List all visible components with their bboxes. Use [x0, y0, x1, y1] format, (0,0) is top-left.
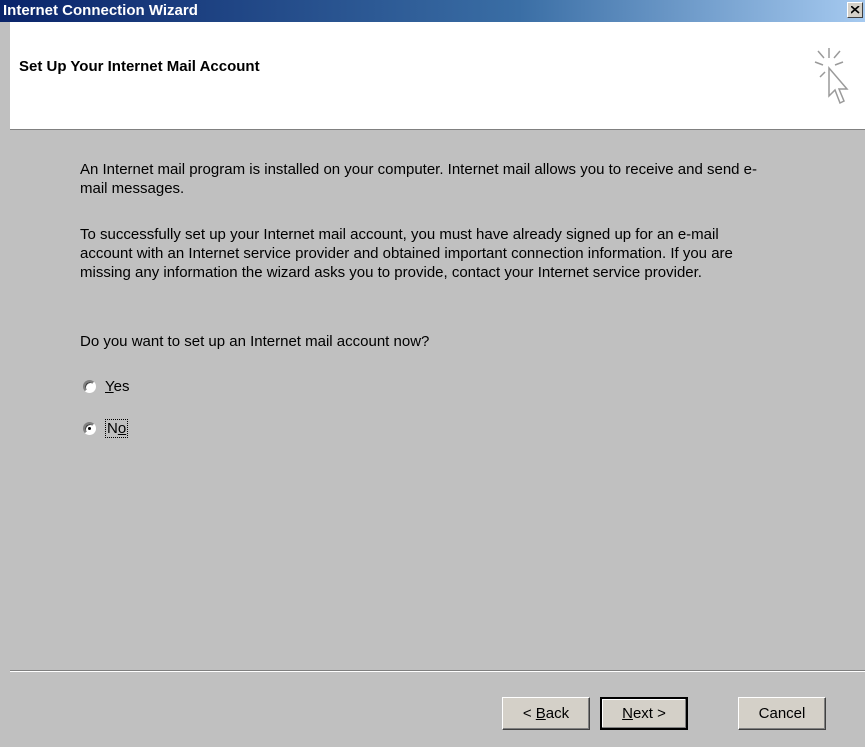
- window-title: Internet Connection Wizard: [3, 2, 198, 19]
- footer-separator: [10, 670, 865, 672]
- next-button[interactable]: Next >: [600, 697, 688, 730]
- radio-option-yes[interactable]: Yes: [83, 376, 129, 396]
- wizard-cursor-icon: [814, 48, 849, 105]
- cancel-button[interactable]: Cancel: [738, 697, 826, 730]
- next-button-label: Next >: [622, 705, 666, 722]
- cancel-button-label: Cancel: [758, 705, 806, 722]
- radio-option-no[interactable]: No: [83, 418, 129, 438]
- left-edge: [0, 22, 10, 747]
- close-button[interactable]: [847, 2, 863, 18]
- radio-selected-dot: [88, 426, 91, 430]
- wizard-header: Set Up Your Internet Mail Account: [10, 22, 865, 130]
- page-title: Set Up Your Internet Mail Account: [19, 58, 260, 75]
- requirements-paragraph: To successfully set up your Internet mai…: [80, 226, 733, 281]
- title-bar: Internet Connection Wizard: [0, 0, 865, 22]
- radio-yes-label: Yes: [105, 377, 130, 395]
- back-button-label: < Back: [522, 705, 570, 722]
- question-text: Do you want to set up an Internet mail a…: [80, 333, 430, 350]
- wizard-window: Internet Connection Wizard Set Up Your I…: [0, 0, 865, 747]
- radio-no-circle[interactable]: [83, 421, 96, 435]
- intro-paragraph: An Internet mail program is installed on…: [80, 161, 758, 197]
- back-button[interactable]: < Back: [502, 697, 590, 730]
- radio-no-label: No: [105, 418, 129, 438]
- radio-yes-circle[interactable]: [83, 379, 96, 393]
- close-icon: [851, 6, 860, 14]
